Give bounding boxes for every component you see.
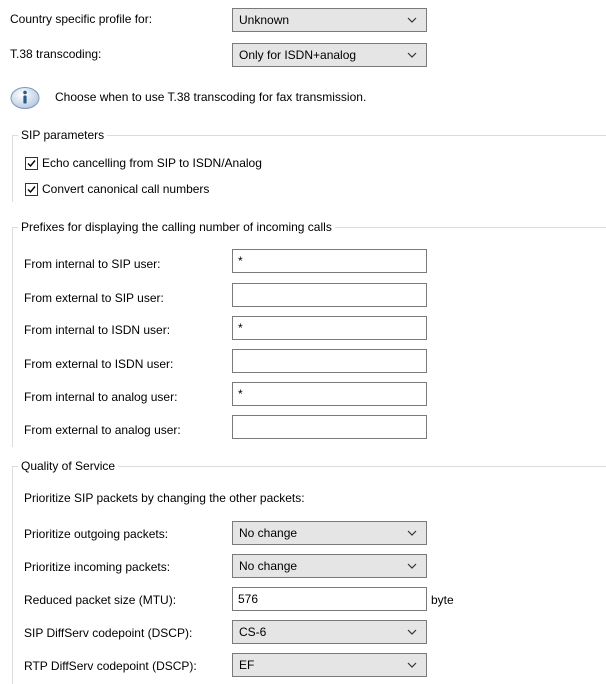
prefix-row-label: From internal to ISDN user:	[24, 323, 171, 337]
qos-description: Prioritize SIP packets by changing the o…	[24, 491, 305, 505]
prefix-row-label: From internal to analog user:	[24, 390, 178, 404]
mtu-input[interactable]: 576	[232, 587, 427, 611]
prefixes-group-border-left	[12, 227, 13, 447]
prioritize-outgoing-value: No change	[239, 526, 298, 540]
prefix-row-label: From external to ISDN user:	[24, 357, 174, 371]
qos-title: Quality of Service	[18, 458, 119, 474]
chevron-down-icon	[407, 52, 417, 58]
prefix-value: *	[238, 321, 243, 335]
mtu-value: 576	[238, 592, 259, 606]
t38-transcoding-value: Only for ISDN+analog	[239, 48, 357, 62]
prioritize-outgoing-label: Prioritize outgoing packets:	[24, 527, 169, 541]
prefix-row-label: From internal to SIP user:	[24, 257, 161, 271]
sip-dscp-select[interactable]: CS-6	[232, 620, 427, 644]
prioritize-outgoing-select[interactable]: No change	[232, 521, 427, 545]
prioritize-incoming-label: Prioritize incoming packets:	[24, 560, 171, 574]
prefix-value: *	[238, 387, 243, 401]
prefix-row-label: From external to analog user:	[24, 423, 181, 437]
echo-cancelling-label: Echo cancelling from SIP to ISDN/Analog	[42, 156, 262, 170]
mtu-unit: byte	[431, 593, 454, 607]
chevron-down-icon	[407, 563, 417, 569]
country-profile-value: Unknown	[239, 13, 290, 27]
convert-canonical-label: Convert canonical call numbers	[42, 182, 210, 196]
sip-parameters-title: SIP parameters	[18, 127, 108, 143]
sip-group-border-left	[12, 135, 13, 202]
echo-cancelling-checkbox[interactable]	[25, 157, 38, 170]
chevron-down-icon	[407, 662, 417, 668]
chevron-down-icon	[407, 629, 417, 635]
prefix-internal-isdn-input[interactable]: *	[232, 316, 427, 340]
prefix-row-label: From external to SIP user:	[24, 291, 164, 305]
sip-dscp-value: CS-6	[239, 625, 267, 639]
prefix-value: *	[238, 254, 243, 268]
prefix-external-sip-input[interactable]	[232, 283, 427, 307]
prefix-internal-sip-input[interactable]: *	[232, 249, 427, 273]
prefixes-title: Prefixes for displaying the calling numb…	[18, 219, 335, 235]
mtu-label: Reduced packet size (MTU):	[24, 593, 177, 607]
prefix-external-analog-input[interactable]	[232, 415, 427, 439]
info-icon	[10, 87, 40, 109]
t38-transcoding-label: T.38 transcoding:	[10, 47, 102, 61]
prioritize-incoming-value: No change	[239, 559, 298, 573]
prefix-internal-analog-input[interactable]: *	[232, 382, 427, 406]
country-profile-select[interactable]: Unknown	[232, 8, 427, 32]
checkmark-icon	[27, 160, 36, 168]
rtp-dscp-label: RTP DiffServ codepoint (DSCP):	[24, 659, 197, 673]
prioritize-incoming-select[interactable]: No change	[232, 554, 427, 578]
rtp-dscp-select[interactable]: EF	[232, 653, 427, 677]
chevron-down-icon	[407, 530, 417, 536]
prefix-external-isdn-input[interactable]	[232, 349, 427, 373]
rtp-dscp-value: EF	[239, 658, 255, 672]
country-profile-label: Country specific profile for:	[10, 12, 153, 26]
convert-canonical-checkbox[interactable]	[25, 183, 38, 196]
t38-transcoding-select[interactable]: Only for ISDN+analog	[232, 43, 427, 67]
checkmark-icon	[27, 186, 36, 194]
qos-group-border-left	[12, 466, 13, 684]
sip-dscp-label: SIP DiffServ codepoint (DSCP):	[24, 626, 193, 640]
chevron-down-icon	[407, 17, 417, 23]
info-text: Choose when to use T.38 transcoding for …	[55, 90, 367, 104]
